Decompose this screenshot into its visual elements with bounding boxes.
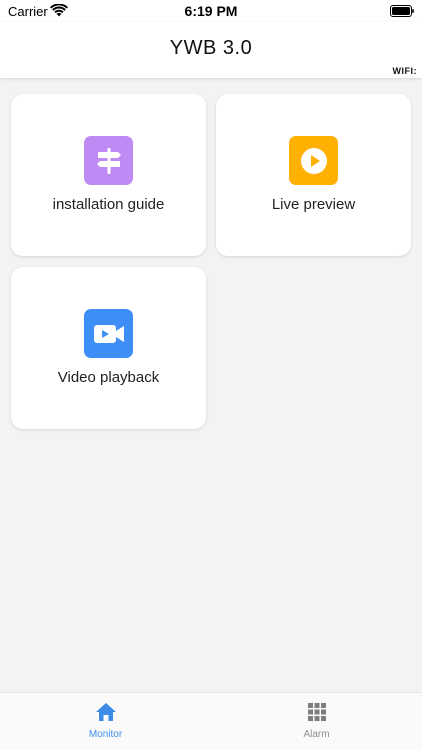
battery-icon [390, 5, 414, 17]
signpost-icon [84, 136, 133, 185]
status-time: 6:19 PM [184, 3, 238, 19]
installation-guide-tile[interactable]: installation guide [11, 94, 206, 256]
status-bar: Carrier 6:19 PM [0, 0, 422, 22]
tab-alarm[interactable]: Alarm [211, 693, 422, 750]
wifi-status-label: WIFI: [392, 66, 417, 76]
live-preview-tile[interactable]: Live preview [216, 94, 411, 256]
grid-icon [308, 703, 326, 721]
app-screen: Carrier 6:19 PM YWB 3.0 WIFI: installati… [0, 0, 422, 750]
video-camera-icon [84, 309, 133, 358]
video-playback-label: Video playback [57, 369, 160, 386]
video-playback-tile[interactable]: Video playback [11, 267, 206, 429]
live-preview-label: Live preview [271, 196, 356, 213]
installation-guide-label: installation guide [52, 196, 165, 213]
tab-monitor[interactable]: Monitor [0, 693, 211, 750]
tab-alarm-label: Alarm [303, 729, 330, 740]
home-icon [96, 703, 116, 721]
page-title: YWB 3.0 [169, 37, 253, 59]
tab-bar: Monitor Alarm [0, 692, 422, 750]
tab-monitor-label: Monitor [88, 729, 123, 740]
nav-bar: YWB 3.0 WIFI: [0, 22, 422, 78]
play-circle-icon [289, 136, 338, 185]
